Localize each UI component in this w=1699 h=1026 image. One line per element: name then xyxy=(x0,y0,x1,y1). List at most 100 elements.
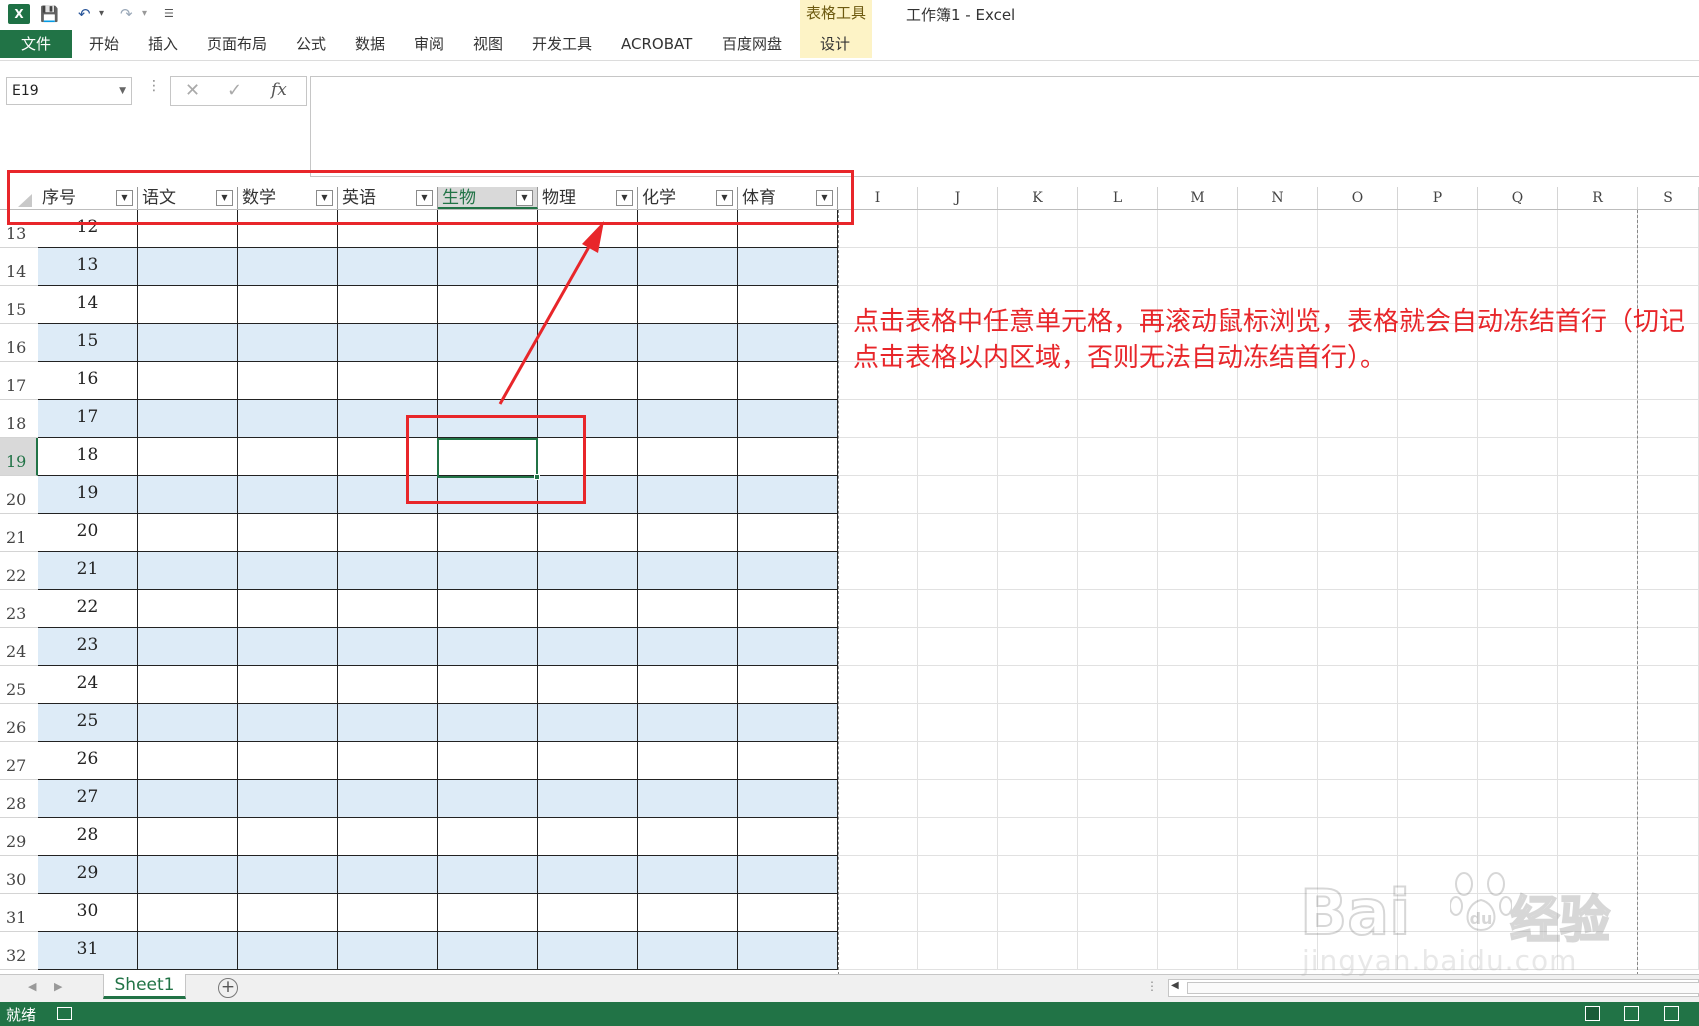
grid-cell[interactable] xyxy=(838,704,918,742)
table-cell[interactable] xyxy=(438,780,538,818)
table-cell[interactable] xyxy=(638,400,738,438)
table-cell[interactable] xyxy=(238,856,338,894)
normal-view-icon[interactable] xyxy=(1585,1006,1600,1021)
tab-split-handle-icon[interactable]: ⋮ xyxy=(1146,979,1158,993)
grid-cell[interactable] xyxy=(1158,742,1238,780)
table-cell[interactable] xyxy=(538,780,638,818)
grid-cell[interactable] xyxy=(1238,438,1318,476)
table-cell[interactable] xyxy=(638,742,738,780)
table-cell[interactable] xyxy=(338,514,438,552)
grid-cell[interactable] xyxy=(1318,476,1398,514)
table-cell[interactable] xyxy=(238,666,338,704)
grid-cell[interactable] xyxy=(838,514,918,552)
grid-cell[interactable] xyxy=(918,704,998,742)
table-cell[interactable] xyxy=(738,894,838,932)
grid-cell[interactable] xyxy=(1478,780,1558,818)
seq-cell[interactable]: 26 xyxy=(38,742,138,780)
grid-cell[interactable] xyxy=(1638,210,1699,248)
grid-cell[interactable] xyxy=(1638,818,1699,856)
grid-cell[interactable] xyxy=(1318,704,1398,742)
grid-cell[interactable] xyxy=(998,932,1078,970)
table-cell[interactable] xyxy=(438,742,538,780)
column-header-s[interactable]: S xyxy=(1638,187,1699,209)
grid-cell[interactable] xyxy=(1078,590,1158,628)
grid-cell[interactable] xyxy=(838,476,918,514)
table-cell[interactable] xyxy=(338,704,438,742)
grid-cell[interactable] xyxy=(998,210,1078,248)
table-cell[interactable] xyxy=(238,780,338,818)
grid-cell[interactable] xyxy=(998,818,1078,856)
grid-cell[interactable] xyxy=(1158,856,1238,894)
table-cell[interactable] xyxy=(638,780,738,818)
grid-cell[interactable] xyxy=(1398,628,1478,666)
table-cell[interactable] xyxy=(538,248,638,286)
grid-cell[interactable] xyxy=(1318,818,1398,856)
grid-cell[interactable] xyxy=(1318,666,1398,704)
grid-cell[interactable] xyxy=(998,666,1078,704)
page-break-preview-icon[interactable] xyxy=(1664,1006,1679,1021)
page-layout-view-icon[interactable] xyxy=(1624,1006,1639,1021)
table-cell[interactable] xyxy=(438,628,538,666)
grid-cell[interactable] xyxy=(1398,818,1478,856)
table-cell[interactable] xyxy=(338,628,438,666)
grid-cell[interactable] xyxy=(1078,742,1158,780)
grid-cell[interactable] xyxy=(1478,590,1558,628)
grid-cell[interactable] xyxy=(1638,704,1699,742)
table-cell[interactable] xyxy=(138,324,238,362)
grid-cell[interactable] xyxy=(1398,666,1478,704)
table-cell[interactable] xyxy=(238,552,338,590)
tab-data[interactable]: 数据 xyxy=(355,30,385,58)
grid-cell[interactable] xyxy=(838,818,918,856)
grid-cell[interactable] xyxy=(1398,590,1478,628)
grid-cell[interactable] xyxy=(998,704,1078,742)
grid-cell[interactable] xyxy=(1638,780,1699,818)
grid-cell[interactable] xyxy=(1398,476,1478,514)
table-cell[interactable] xyxy=(238,438,338,476)
table-cell[interactable] xyxy=(738,628,838,666)
row-header[interactable]: 18 xyxy=(0,400,38,438)
grid-cell[interactable] xyxy=(1078,932,1158,970)
seq-cell[interactable]: 25 xyxy=(38,704,138,742)
table-cell[interactable] xyxy=(738,780,838,818)
table-cell[interactable] xyxy=(438,248,538,286)
grid-cell[interactable] xyxy=(1238,210,1318,248)
seq-cell[interactable]: 15 xyxy=(38,324,138,362)
table-cell[interactable] xyxy=(338,818,438,856)
table-cell[interactable] xyxy=(738,742,838,780)
grid-cell[interactable] xyxy=(1638,438,1699,476)
grid-cell[interactable] xyxy=(1398,514,1478,552)
table-cell[interactable] xyxy=(638,514,738,552)
column-header-n[interactable]: N xyxy=(1238,187,1318,209)
grid-cell[interactable] xyxy=(1558,704,1638,742)
grid-cell[interactable] xyxy=(1478,742,1558,780)
table-cell[interactable] xyxy=(738,590,838,628)
add-sheet-icon[interactable]: + xyxy=(218,978,238,998)
table-cell[interactable] xyxy=(338,894,438,932)
grid-cell[interactable] xyxy=(1638,552,1699,590)
table-cell[interactable] xyxy=(538,324,638,362)
table-cell[interactable] xyxy=(738,476,838,514)
grid-cell[interactable] xyxy=(1398,210,1478,248)
table-cell[interactable] xyxy=(338,362,438,400)
grid-cell[interactable] xyxy=(1398,400,1478,438)
table-cell[interactable] xyxy=(638,248,738,286)
grid-cell[interactable] xyxy=(1478,400,1558,438)
grid-cell[interactable] xyxy=(838,666,918,704)
seq-cell[interactable]: 23 xyxy=(38,628,138,666)
row-header[interactable]: 19 xyxy=(0,438,38,476)
grid-cell[interactable] xyxy=(918,780,998,818)
table-cell[interactable] xyxy=(738,932,838,970)
column-header-j[interactable]: J xyxy=(918,187,998,209)
grid-cell[interactable] xyxy=(918,628,998,666)
table-cell[interactable] xyxy=(538,628,638,666)
grid-cell[interactable] xyxy=(1078,514,1158,552)
row-header[interactable]: 21 xyxy=(0,514,38,552)
tab-baidu-netdisk[interactable]: 百度网盘 xyxy=(722,30,782,58)
grid-cell[interactable] xyxy=(838,742,918,780)
table-cell[interactable] xyxy=(338,780,438,818)
tab-home[interactable]: 开始 xyxy=(89,30,119,58)
grid-cell[interactable] xyxy=(918,856,998,894)
table-cell[interactable] xyxy=(138,362,238,400)
table-cell[interactable] xyxy=(738,362,838,400)
seq-cell[interactable]: 22 xyxy=(38,590,138,628)
